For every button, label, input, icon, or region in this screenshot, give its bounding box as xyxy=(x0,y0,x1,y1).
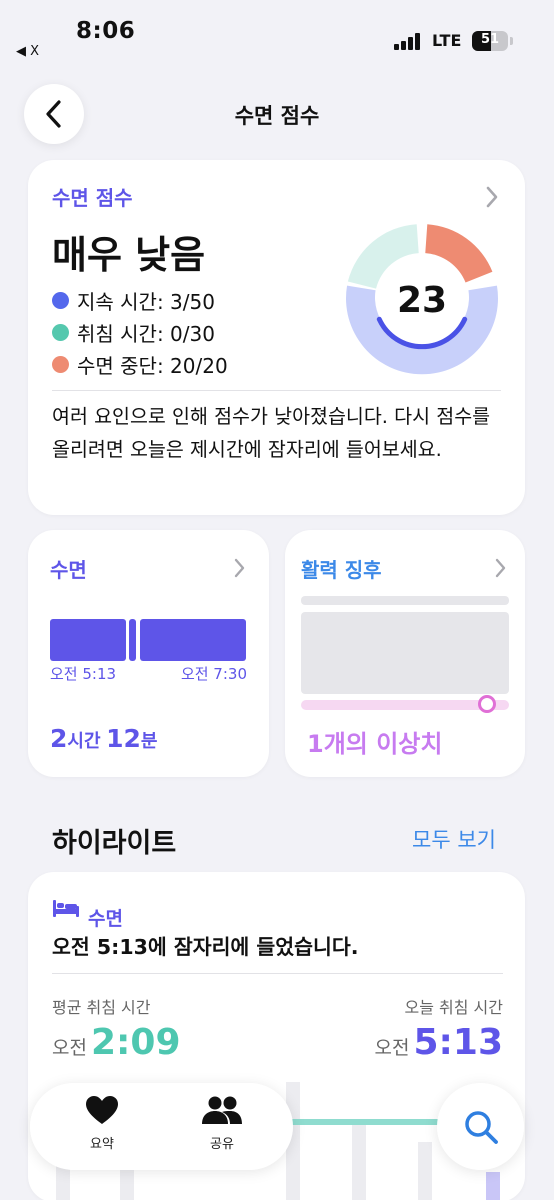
vitals-card[interactable]: 활력 징후 1개의 이상치 xyxy=(285,530,525,777)
highlight-category: 수면 xyxy=(88,908,123,930)
battery-cap xyxy=(510,37,513,45)
chevron-right-icon xyxy=(486,186,498,208)
page-title: 수면 점수 xyxy=(234,104,320,128)
score-description: 여러 요인으로 인해 점수가 낮아졌습니다. 다시 점수를 올리려면 오늘은 제… xyxy=(52,405,491,461)
outlier-marker xyxy=(478,695,496,713)
today-ampm: 오전 xyxy=(374,1037,410,1059)
duration-dot xyxy=(52,292,69,309)
back-to-app-link[interactable]: ◀ X xyxy=(16,44,39,59)
battery-level: 51 xyxy=(480,32,500,47)
tab-summary[interactable]: 요약 xyxy=(57,1095,147,1152)
highlight-sentence: 오전 5:13에 잠자리에 들었습니다. xyxy=(52,935,359,959)
factor-interruptions: 수면 중단: 20/20 xyxy=(52,350,228,379)
network-type: LTE xyxy=(432,31,462,50)
tab-sharing-label: 공유 xyxy=(210,1137,234,1152)
battery-icon: 51 xyxy=(472,31,508,51)
sleep-segment-bar xyxy=(50,619,126,661)
highlight-divider xyxy=(52,973,503,974)
chevron-right-icon xyxy=(234,558,245,578)
avg-time: 2:09 xyxy=(90,1022,181,1063)
tab-summary-label: 요약 xyxy=(90,1137,114,1152)
today-bedtime-label: 오늘 취침 시간 xyxy=(404,998,504,1017)
sleep-start-time: 오전 5:13 xyxy=(50,665,117,683)
bedtime-chart-line xyxy=(290,1119,440,1125)
sleep-segment-bar xyxy=(140,619,246,661)
people-icon xyxy=(202,1096,242,1124)
sleep-card-title: 수면 xyxy=(50,558,87,582)
sleep-duration: 2시간 12분 xyxy=(50,724,157,753)
search-button[interactable] xyxy=(437,1083,524,1170)
highlights-title: 하이라이트 xyxy=(52,828,177,859)
today-time: 5:13 xyxy=(413,1022,503,1063)
factor-interruptions-label: 수면 중단: 20/20 xyxy=(77,354,228,378)
score-card-label: 수면 점수 xyxy=(52,186,133,210)
avg-ampm: 오전 xyxy=(52,1037,87,1059)
vitals-placeholder-bar xyxy=(301,596,509,605)
hours-unit: 시간 xyxy=(67,731,101,752)
bedtime-dot xyxy=(52,324,69,341)
chevron-right-icon xyxy=(495,558,506,578)
factor-duration: 지속 시간: 3/50 xyxy=(52,286,215,315)
duration-hours: 2 xyxy=(50,724,68,753)
avg-bedtime-value: 오전 2:09 xyxy=(52,1022,181,1063)
avg-bedtime-label: 평균 취침 시간 xyxy=(52,998,151,1017)
factor-bedtime: 취침 시간: 0/30 xyxy=(52,318,215,347)
today-bedtime-value: 오전 5:13 xyxy=(374,1022,503,1063)
search-icon xyxy=(464,1110,498,1144)
bed-icon xyxy=(53,900,79,917)
status-time: 8:06 xyxy=(76,18,136,44)
tab-bar: 요약 공유 xyxy=(30,1083,293,1170)
tab-sharing[interactable]: 공유 xyxy=(177,1095,267,1152)
sleep-score-card[interactable]: 수면 점수 매우 낮음 지속 시간: 3/50 취침 시간: 0/30 수면 중… xyxy=(28,160,525,515)
outlier-count: 1개의 이상치 xyxy=(307,730,443,758)
score-divider xyxy=(52,390,501,391)
interruptions-dot xyxy=(52,356,69,373)
signal-icon xyxy=(394,32,424,50)
factor-bedtime-label: 취침 시간: 0/30 xyxy=(77,322,215,346)
sleep-card[interactable]: 수면 오전 5:13 오전 7:30 2시간 12분 xyxy=(28,530,269,777)
see-all-link[interactable]: 모두 보기 xyxy=(412,824,496,854)
heart-icon xyxy=(86,1096,118,1124)
factor-duration-label: 지속 시간: 3/50 xyxy=(77,290,215,314)
score-value: 23 xyxy=(396,279,448,321)
duration-minutes: 12 xyxy=(106,724,141,753)
vitals-card-title: 활력 징후 xyxy=(301,558,382,582)
status-bar: 8:06 ◀ X LTE 51 xyxy=(0,0,554,70)
vitals-placeholder-chart xyxy=(301,612,509,694)
score-level: 매우 낮음 xyxy=(52,233,206,277)
minutes-unit: 분 xyxy=(140,731,158,752)
sleep-segment-bar xyxy=(129,619,136,661)
sleep-end-time: 오전 7:30 xyxy=(180,665,247,683)
